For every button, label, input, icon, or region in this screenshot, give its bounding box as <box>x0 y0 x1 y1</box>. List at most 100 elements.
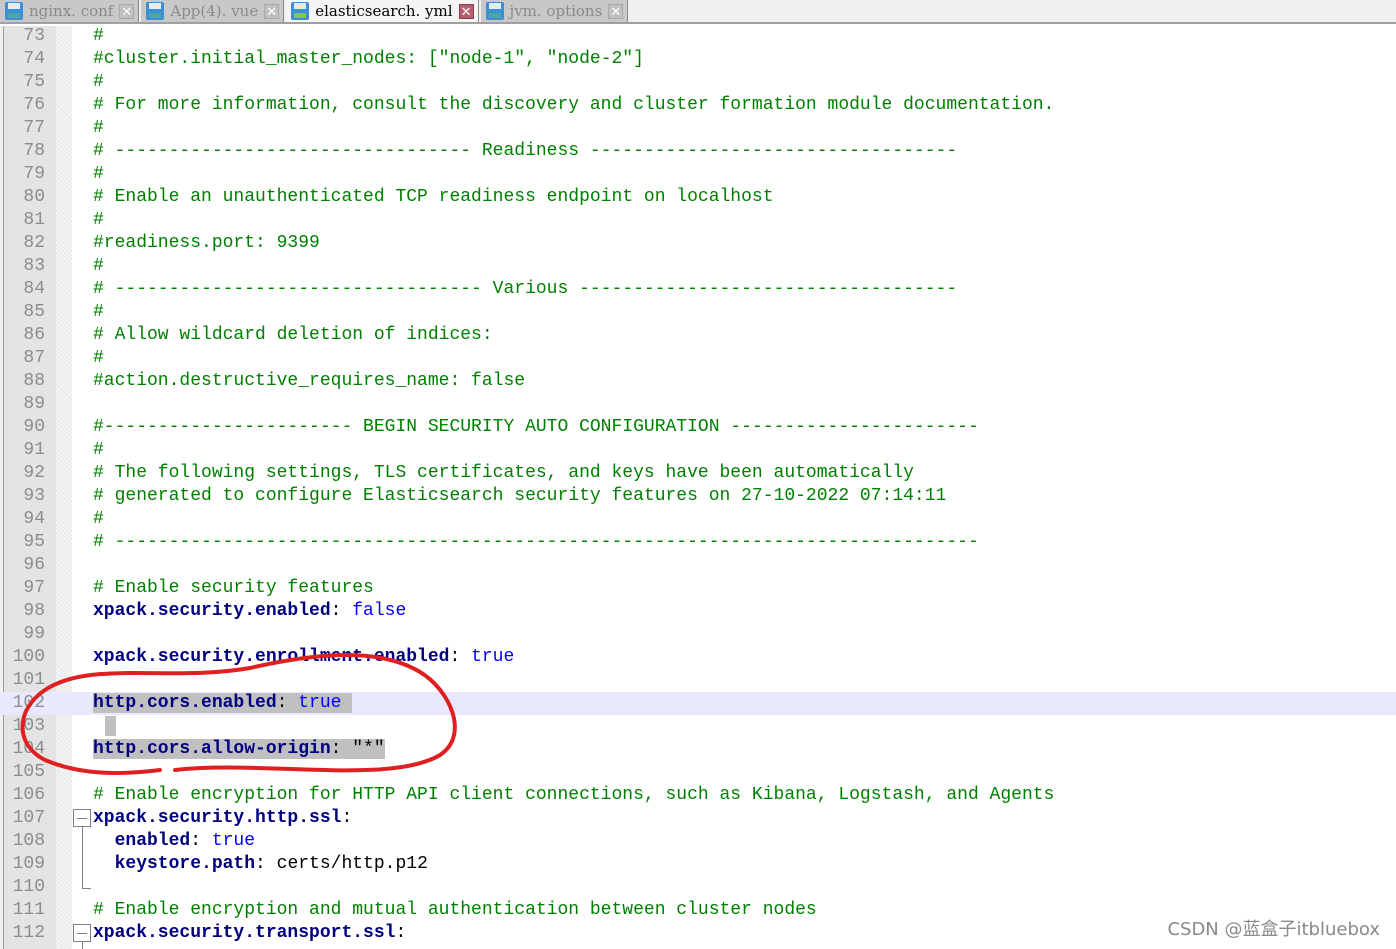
comment: # <box>93 440 104 460</box>
tab-app-vue[interactable]: App(4). vue ✕ <box>141 0 285 22</box>
line-number: 89 <box>23 394 45 414</box>
line-number: 101 <box>12 670 45 690</box>
line-number: 94 <box>23 509 45 529</box>
code-text: # <box>93 25 104 48</box>
code-text: # <box>93 71 104 94</box>
line-number: 91 <box>23 440 45 460</box>
line-number: 75 <box>23 72 45 92</box>
editor-line[interactable]: 74 #cluster.initial_master_nodes: ["node-… <box>0 48 1396 71</box>
file-save-icon <box>5 2 23 20</box>
editor-line[interactable]: 94 # <box>0 508 1396 531</box>
editor-line[interactable]: 108 enabled: true <box>0 830 1396 853</box>
code-text: keystore.path: certs/http.p12 <box>93 854 428 874</box>
editor-line[interactable]: 102 http.cors.enabled: true <box>0 692 1396 715</box>
line-number: 106 <box>12 785 45 805</box>
code-text: # Enable encryption for HTTP API client … <box>93 784 1054 807</box>
editor-line[interactable]: 84 # ---------------------------------- V… <box>0 278 1396 301</box>
yaml-key: http.cors.allow-origin <box>93 739 331 759</box>
code-text: xpack.security.enabled: false <box>93 601 407 621</box>
close-icon[interactable]: ✕ <box>458 3 474 20</box>
code-text: # <box>93 117 104 140</box>
editor-line[interactable]: 85 # <box>0 301 1396 324</box>
editor-line[interactable]: 80 # Enable an unauthenticated TCP readin… <box>0 186 1396 209</box>
editor-line[interactable]: 96 <box>0 554 1396 577</box>
editor-line[interactable]: 98 xpack.security.enabled: false <box>0 600 1396 623</box>
code-editor[interactable]: 73 #74 #cluster.initial_master_nodes: ["no… <box>0 26 1396 949</box>
editor-line[interactable]: 100 xpack.security.enrollment.enabled: tr… <box>0 646 1396 669</box>
yaml-value: certs/http.p12 <box>276 854 428 874</box>
editor-line[interactable]: 104 http.cors.allow-origin: "*" <box>0 738 1396 761</box>
line-number: 92 <box>23 463 45 483</box>
close-icon[interactable]: ✕ <box>608 3 624 20</box>
editor-line[interactable]: 76 # For more information, consult the di… <box>0 94 1396 117</box>
editor-line[interactable]: 92 # The following settings, TLS certific… <box>0 462 1396 485</box>
line-number: 84 <box>23 279 45 299</box>
line-number: 81 <box>23 210 45 230</box>
yaml-key: xpack.security.transport.ssl <box>93 923 396 943</box>
line-number: 110 <box>12 877 45 897</box>
code-text: # Enable security features <box>93 577 374 600</box>
tab-bar: nginx. conf ✕ App(4). vue ✕ elasticsearc… <box>0 0 1396 24</box>
code-text: # Allow wildcard deletion of indices: <box>93 324 493 347</box>
editor-line[interactable]: 95 # ------------------------------------… <box>0 531 1396 554</box>
editor-line[interactable]: 86 # Allow wildcard deletion of indices: <box>0 324 1396 347</box>
editor-line[interactable]: 75 # <box>0 71 1396 94</box>
editor-line[interactable]: 107 xpack.security.http.ssl: <box>0 807 1396 830</box>
yaml-key: enabled <box>93 831 191 851</box>
editor-line[interactable]: 101 <box>0 669 1396 692</box>
editor-line[interactable]: 87 # <box>0 347 1396 370</box>
editor-line[interactable]: 110 <box>0 876 1396 899</box>
line-number: 74 <box>23 49 45 69</box>
code-text: http.cors.enabled: true <box>93 692 353 715</box>
editor-line[interactable]: 89 <box>0 393 1396 416</box>
line-number: 96 <box>23 555 45 575</box>
editor-line[interactable]: 78 # --------------------------------- Re… <box>0 140 1396 163</box>
fold-toggle-icon[interactable] <box>73 809 91 827</box>
tab-label: elasticsearch. yml <box>315 2 453 20</box>
editor-line[interactable]: 106 # Enable encryption for HTTP API clie… <box>0 784 1396 807</box>
editor-line[interactable]: 109 keystore.path: certs/http.p12 <box>0 853 1396 876</box>
line-number: 82 <box>23 233 45 253</box>
code-text: # For more information, consult the disc… <box>93 94 1054 117</box>
comment: #readiness.port: 9399 <box>93 233 320 253</box>
fold-toggle-icon[interactable] <box>73 924 91 942</box>
editor-line[interactable]: 105 <box>0 761 1396 784</box>
editor-line[interactable]: 88 #action.destructive_requires_name: fal… <box>0 370 1396 393</box>
editor-line[interactable]: 73 # <box>0 25 1396 48</box>
file-save-icon <box>146 2 165 20</box>
code-text: # generated to configure Elasticsearch s… <box>93 485 946 508</box>
code-text: # <box>93 347 104 370</box>
editor-line[interactable]: 83 # <box>0 255 1396 278</box>
tab-nginx-conf[interactable]: nginx. conf ✕ <box>0 0 140 22</box>
tab-elasticsearch-yml[interactable]: elasticsearch. yml ✕ <box>286 0 479 22</box>
file-save-icon <box>485 2 504 20</box>
line-number: 90 <box>23 417 45 437</box>
editor-line[interactable]: 82 #readiness.port: 9399 <box>0 232 1396 255</box>
editor-line[interactable]: 103 <box>0 715 1396 738</box>
editor-line[interactable]: 79 # <box>0 163 1396 186</box>
editor-line[interactable]: 99 <box>0 623 1396 646</box>
line-number: 100 <box>12 647 45 667</box>
comment: # <box>93 118 104 138</box>
editor-line[interactable]: 90 #----------------------- BEGIN SECURIT… <box>0 416 1396 439</box>
close-icon[interactable]: ✕ <box>119 3 135 20</box>
tab-jvm-options[interactable]: jvm. options ✕ <box>480 0 629 22</box>
comment: # <box>93 164 104 184</box>
yaml-key: xpack.security.enabled <box>93 601 331 621</box>
comment: #action.destructive_requires_name: false <box>93 371 526 391</box>
editor-line[interactable]: 81 # <box>0 209 1396 232</box>
line-number: 88 <box>23 371 45 391</box>
watermark: CSDN @蓝盒子itbluebox <box>1167 919 1380 940</box>
line-number: 73 <box>23 26 45 46</box>
code-text: #readiness.port: 9399 <box>93 232 320 255</box>
code-text: # --------------------------------- Read… <box>93 140 957 163</box>
code-text: # <box>93 163 104 186</box>
comment: # Enable an unauthenticated TCP readines… <box>93 187 774 207</box>
comment: # <box>93 72 104 92</box>
line-number: 86 <box>23 325 45 345</box>
editor-line[interactable]: 91 # <box>0 439 1396 462</box>
editor-line[interactable]: 77 # <box>0 117 1396 140</box>
editor-line[interactable]: 93 # generated to configure Elasticsearch… <box>0 485 1396 508</box>
editor-line[interactable]: 97 # Enable security features <box>0 577 1396 600</box>
close-icon[interactable]: ✕ <box>264 3 280 20</box>
